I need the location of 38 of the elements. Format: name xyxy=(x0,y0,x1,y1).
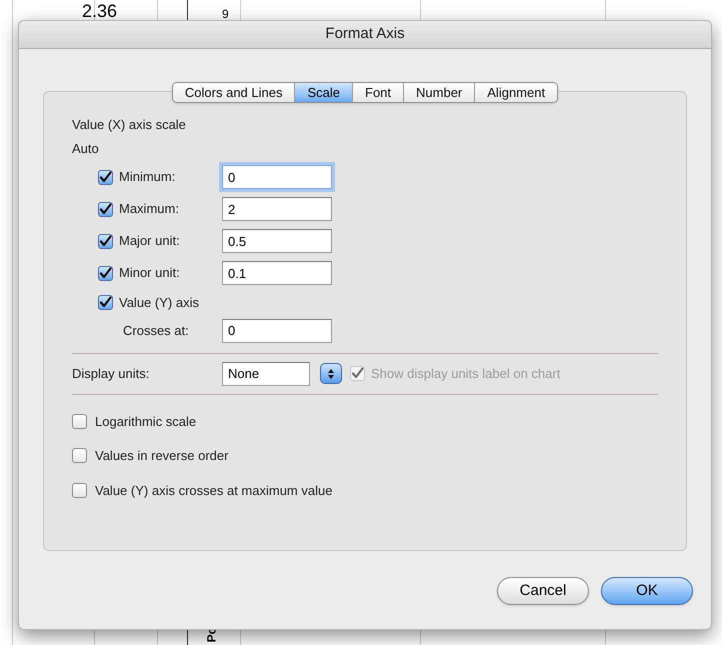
field-label: Minor unit: xyxy=(119,264,181,282)
cell-value: 2.36 xyxy=(82,2,118,20)
tab[interactable]: Scale xyxy=(294,83,352,102)
field-label: Major unit: xyxy=(119,232,181,250)
checkbox[interactable] xyxy=(98,295,113,310)
input-field[interactable]: 2 xyxy=(222,197,332,221)
stepper-icon[interactable] xyxy=(320,363,342,384)
checkbox-label: Logarithmic scale xyxy=(95,412,196,431)
cancel-button[interactable]: Cancel xyxy=(497,577,589,605)
checkbox[interactable] xyxy=(72,448,87,464)
input-field[interactable]: 0.5 xyxy=(222,229,332,253)
checkbox[interactable] xyxy=(72,414,87,429)
window-title: Format Axis xyxy=(325,24,405,44)
tab[interactable]: Colors and Lines xyxy=(172,83,294,102)
input-field[interactable]: None xyxy=(222,362,310,386)
axis-label: 9 xyxy=(222,8,229,20)
checkbox[interactable] xyxy=(98,202,113,216)
checkbox[interactable] xyxy=(72,482,87,498)
checkbox[interactable] xyxy=(98,234,113,248)
field-label: Maximum: xyxy=(119,200,180,218)
field-label: Display units: xyxy=(72,364,150,383)
field-label: Value (Y) axis xyxy=(119,294,199,312)
field-label: Crosses at: xyxy=(123,322,190,340)
input-field[interactable]: 0.1 xyxy=(222,261,332,285)
input-field[interactable]: 0 xyxy=(222,318,332,342)
ok-button[interactable]: OK xyxy=(601,577,693,605)
checkbox-label: Show display units label on chart xyxy=(371,364,560,383)
section-title: Value (X) axis scale xyxy=(72,116,187,134)
tab[interactable]: Font xyxy=(352,83,404,102)
tab[interactable]: Number xyxy=(403,83,474,102)
group-label: Auto xyxy=(72,140,100,158)
field-label: Minimum: xyxy=(119,168,176,186)
checkbox-label: Values in reverse order xyxy=(95,447,228,465)
input-field[interactable]: 0 xyxy=(222,165,332,189)
checkbox-label: Value (Y) axis crosses at maximum value xyxy=(95,482,332,500)
checkbox[interactable] xyxy=(98,170,113,184)
tab[interactable]: Alignment xyxy=(474,83,558,102)
checkbox[interactable] xyxy=(98,266,113,280)
